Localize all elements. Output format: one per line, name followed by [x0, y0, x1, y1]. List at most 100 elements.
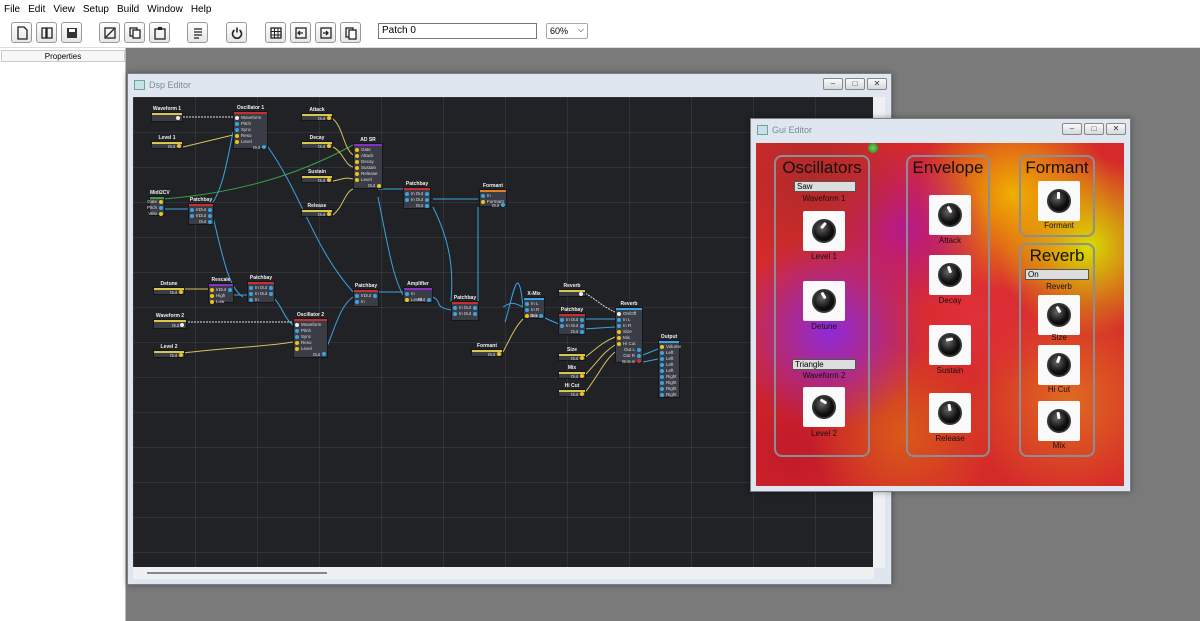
menu-view[interactable]: View — [53, 4, 75, 15]
grid-button[interactable] — [265, 22, 286, 43]
node-midi2cv[interactable]: Midi2CV Gate Pitch Velo — [147, 190, 170, 216]
node-title: Detune — [160, 281, 178, 287]
node-waveform2[interactable]: Waveform 2 Out — [153, 313, 187, 329]
decay-knob[interactable] — [929, 255, 971, 295]
envelope-panel: Envelope Attack Decay Sustain Release — [906, 155, 990, 457]
formant-label: Formant — [1044, 221, 1074, 230]
node-output[interactable]: Output Volume Left Left Left Left Right … — [658, 334, 681, 398]
minimize-button[interactable]: – — [1062, 123, 1082, 135]
close-button[interactable]: ✕ — [1106, 123, 1126, 135]
node-rescale[interactable]: Rescale In High Low Out — [208, 277, 234, 304]
mix-knob[interactable] — [1038, 401, 1080, 441]
node-sustain[interactable]: Sustain Out — [301, 169, 333, 183]
node-oscillator1[interactable]: Oscillator 1 Waveform Pitch Sync Reso Le… — [233, 105, 268, 150]
panel-title: Formant — [1025, 158, 1089, 177]
node-level2[interactable]: Level 2 Out — [153, 344, 185, 358]
copy-button[interactable] — [124, 22, 145, 43]
port-label: Out — [529, 313, 537, 318]
node-detune[interactable]: Detune Out — [153, 281, 185, 295]
node-patchbay3[interactable]: Patchbay In In In Out Out — [247, 275, 275, 303]
node-title: Rescale — [211, 277, 231, 283]
save-button[interactable] — [61, 22, 82, 43]
port-label: Out — [463, 311, 471, 316]
reverb-onoff-select[interactable]: On — [1025, 269, 1089, 280]
export-button[interactable] — [315, 22, 336, 43]
node-attack[interactable]: Attack Out — [301, 107, 333, 121]
node-patchbay1[interactable]: Patchbay In In Out Out Out — [188, 197, 214, 225]
node-release[interactable]: Release Out — [301, 203, 333, 217]
release-knob[interactable] — [929, 393, 971, 433]
document-button[interactable] — [340, 22, 361, 43]
paste-button[interactable] — [149, 22, 170, 43]
node-adsr[interactable]: AD SR Gate Attack Decay Sustain Release … — [353, 137, 383, 189]
waveform1-select[interactable]: Saw — [794, 181, 856, 192]
dsp-editor-titlebar[interactable]: Dsp Editor — [128, 74, 891, 96]
node-xmix[interactable]: X-Mix In L In R Mix Out — [523, 291, 545, 319]
menu-setup[interactable]: Setup — [83, 4, 109, 15]
formant-knob[interactable] — [1038, 181, 1080, 221]
menu-window[interactable]: Window — [147, 4, 183, 15]
reverb-onoff-label: Reverb — [1046, 282, 1072, 291]
size-knob[interactable] — [1038, 295, 1080, 335]
node-title: Waveform 2 — [155, 313, 185, 319]
node-formant1[interactable]: Formant In Formant Out — [479, 183, 507, 208]
import-button[interactable] — [290, 22, 311, 43]
output-port[interactable] — [177, 144, 181, 148]
node-waveform1[interactable]: Waveform 1 — [151, 106, 183, 122]
window-app-icon — [757, 125, 768, 135]
detune-knob[interactable] — [803, 281, 845, 321]
node-mix[interactable]: Mix Out — [558, 365, 586, 379]
zoom-select[interactable]: 60% ⌵ — [546, 23, 588, 39]
port-label: Out — [570, 392, 578, 397]
node-patchbay5[interactable]: Patchbay In In Out Out — [451, 295, 479, 321]
menu-help[interactable]: Help — [191, 4, 212, 15]
menu-build[interactable]: Build — [117, 4, 139, 15]
list-icon — [193, 27, 202, 39]
output-port[interactable] — [176, 116, 180, 120]
node-amplifier[interactable]: Amplifier In Level Out — [403, 281, 433, 303]
node-reverb[interactable]: Reverb On/Off In L In R Size Mix Hi Cut … — [615, 301, 643, 364]
close-button[interactable]: ✕ — [867, 78, 887, 90]
node-level1[interactable]: Level 1 Out — [151, 135, 183, 149]
waveform2-select[interactable]: Triangle — [792, 359, 856, 370]
node-size[interactable]: Size Out — [558, 347, 586, 361]
node-title: Patchbay — [354, 283, 378, 289]
document-stack-icon — [344, 26, 357, 40]
list-button[interactable] — [187, 22, 208, 43]
minimize-button[interactable]: – — [823, 78, 843, 90]
menu-file[interactable]: File — [4, 4, 20, 15]
horizontal-scrollbar[interactable] — [133, 567, 874, 579]
node-oscillator2[interactable]: Oscillator 2 Waveform Pitch Sync Reso Le… — [293, 312, 328, 358]
attack-knob[interactable] — [929, 195, 971, 235]
scrollbar-thumb[interactable] — [147, 572, 327, 574]
level1-knob[interactable] — [803, 211, 845, 251]
power-button[interactable] — [226, 22, 247, 43]
import-icon — [294, 26, 307, 39]
port-label: Right — [666, 392, 677, 397]
hicut-knob[interactable] — [1038, 345, 1080, 385]
maximize-button[interactable]: □ — [845, 78, 865, 90]
hicut-label: Hi Cut — [1047, 385, 1071, 394]
node-decay[interactable]: Decay Out — [301, 135, 333, 149]
node-patchbay6[interactable]: Patchbay In In Out Out Out — [558, 307, 586, 335]
node-patchbay4[interactable]: Patchbay In In Out — [353, 283, 379, 307]
node-title: Formant — [477, 343, 497, 349]
port-label: Out — [317, 116, 325, 121]
node-reverb-switch[interactable]: Reverb — [558, 283, 586, 297]
node-title: Release — [307, 203, 327, 209]
node-patchbay2[interactable]: Patchbay In In Out Out Out — [403, 181, 431, 209]
menu-edit[interactable]: Edit — [28, 4, 45, 15]
sustain-knob[interactable] — [929, 325, 971, 365]
level2-knob[interactable] — [803, 387, 845, 427]
node-hicut[interactable]: Hi Cut Out — [558, 383, 586, 397]
oscillators-panel: Oscillators Saw Waveform 1 Level 1 Detun… — [774, 155, 870, 457]
port-label: Velo — [148, 211, 157, 216]
node-formant2[interactable]: Formant Out — [471, 343, 503, 357]
port-label: In — [411, 197, 415, 202]
delete-button[interactable] — [99, 22, 120, 43]
maximize-button[interactable]: □ — [1084, 123, 1104, 135]
patch-name-field[interactable]: Patch 0 — [378, 23, 537, 39]
open-button[interactable] — [36, 22, 57, 43]
new-button[interactable] — [11, 22, 32, 43]
gui-canvas[interactable]: Oscillators Saw Waveform 1 Level 1 Detun… — [756, 143, 1124, 486]
